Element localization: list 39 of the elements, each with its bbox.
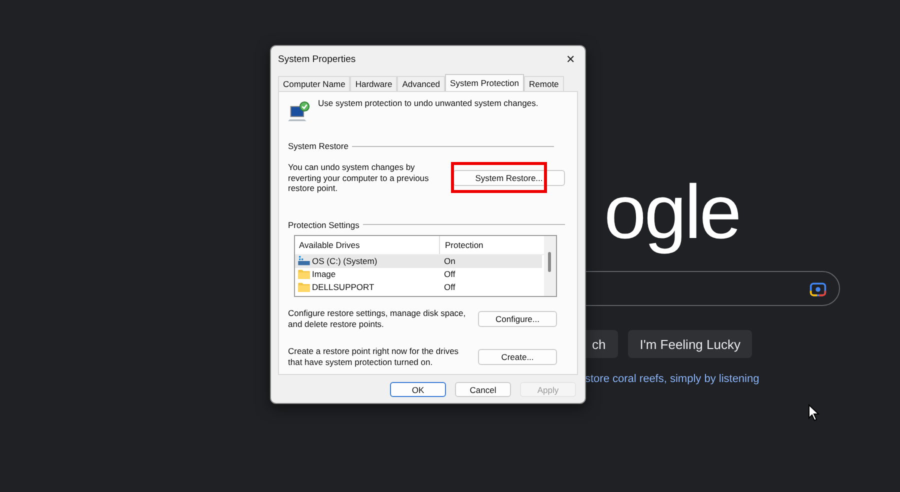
drive-row[interactable]: DELLSUPPORT Off <box>295 280 542 294</box>
group-heading: System Restore <box>288 141 348 151</box>
description-text: Create a restore point right now for the drives that have system protection turned on. <box>288 346 460 368</box>
promo-link[interactable]: store coral reefs, simply by listening <box>585 373 760 385</box>
description-text: You can undo system changes by reverting your computer to a previous restore point. <box>288 162 430 194</box>
column-header[interactable]: Available Drives <box>295 240 439 250</box>
tab[interactable]: Hardware <box>350 76 398 91</box>
tab[interactable]: Computer Name <box>278 76 350 91</box>
group-heading: Protection Settings <box>288 220 360 230</box>
drive-name: DELLSUPPORT <box>312 282 374 292</box>
drive-name: OS (C:) (System) <box>312 256 378 266</box>
folder-icon <box>298 269 310 280</box>
protection-status: Off <box>443 269 456 280</box>
drive-row[interactable]: OS (C:) (System) On <box>295 254 542 268</box>
scrollbar-thumb[interactable] <box>548 252 551 272</box>
protection-status: On <box>443 256 456 266</box>
mouse-pointer-icon <box>808 404 820 422</box>
tab[interactable]: System Protection <box>445 74 524 91</box>
system-restore-button[interactable]: System Restore... <box>453 170 565 186</box>
intro-text: Use system protection to undo unwanted system changes. <box>318 98 538 108</box>
close-button[interactable]: ✕ <box>562 52 579 66</box>
tab[interactable]: Advanced <box>397 76 446 91</box>
drive-name: Image <box>312 269 336 280</box>
computer-shield-icon <box>288 101 310 123</box>
search-page-button[interactable]: I'm Feeling Lucky <box>628 330 752 358</box>
drive-row[interactable]: Image Off <box>295 268 542 281</box>
drive-icon <box>298 256 310 266</box>
dialog-button[interactable]: Cancel <box>455 382 511 397</box>
column-header[interactable]: Protection <box>439 236 529 254</box>
folder-icon <box>298 282 310 292</box>
description-text: Configure restore settings, manage disk space, and delete restore points. <box>288 308 467 330</box>
window-title: System Properties <box>278 54 356 64</box>
create-button[interactable]: Create... <box>478 348 557 365</box>
protection-status: Off <box>443 282 456 292</box>
dialog-button[interactable]: OK <box>390 382 446 397</box>
camera-icon[interactable] <box>809 280 827 298</box>
tab[interactable]: Remote <box>524 76 564 91</box>
configure-button[interactable]: Configure... <box>478 310 557 326</box>
logo-text: ogle <box>604 169 740 257</box>
